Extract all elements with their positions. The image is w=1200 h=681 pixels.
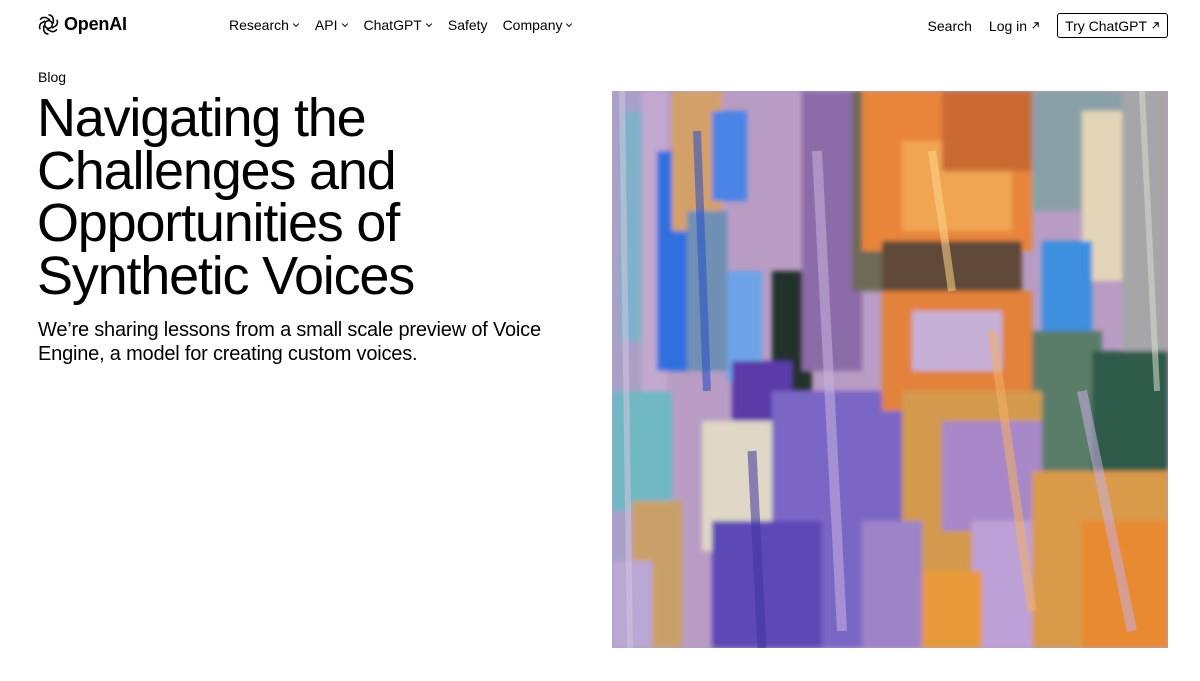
chevron-down-icon bbox=[425, 23, 433, 28]
logo-link[interactable]: OpenAI bbox=[37, 13, 127, 36]
arrow-up-right-icon bbox=[1152, 22, 1159, 29]
hero-image bbox=[612, 91, 1168, 648]
chevron-down-icon bbox=[341, 23, 348, 28]
try-chatgpt-label: Try ChatGPT bbox=[1065, 17, 1147, 34]
nav-research[interactable]: Research bbox=[229, 17, 300, 33]
nav-api-label: API bbox=[314, 17, 338, 33]
arrow-up-right-icon bbox=[1032, 22, 1039, 29]
category-label[interactable]: Blog bbox=[38, 69, 66, 85]
login-label: Log in bbox=[988, 17, 1028, 34]
site-header: OpenAI Research API ChatGPT Safety Compa… bbox=[0, 0, 1200, 52]
nav-safety-label: Safety bbox=[447, 17, 488, 33]
nav-safety[interactable]: Safety bbox=[448, 17, 488, 33]
openai-knot-icon bbox=[38, 14, 59, 35]
abstract-painting bbox=[612, 91, 1168, 648]
logo-text: OpenAI bbox=[64, 14, 127, 34]
nav-chatgpt[interactable]: ChatGPT bbox=[364, 17, 433, 33]
search-button[interactable]: Search bbox=[928, 18, 972, 34]
nav-company-label: Company bbox=[502, 17, 563, 33]
nav-chatgpt-label: ChatGPT bbox=[363, 17, 422, 33]
page-subtitle: We’re sharing lessons from a small scale… bbox=[38, 319, 541, 365]
try-chatgpt-button[interactable]: Try ChatGPT bbox=[1057, 13, 1168, 38]
nav-api[interactable]: API bbox=[315, 17, 349, 33]
page-title: Navigating the Challenges and Opportunit… bbox=[37, 88, 415, 306]
main-nav: Research API ChatGPT Safety Company bbox=[229, 17, 573, 33]
nav-research-label: Research bbox=[229, 17, 289, 33]
login-link[interactable]: Log in bbox=[989, 18, 1040, 34]
header-actions: Search Log in Try ChatGPT bbox=[928, 13, 1168, 38]
chevron-down-icon bbox=[566, 23, 573, 28]
chevron-down-icon bbox=[292, 23, 300, 28]
nav-company[interactable]: Company bbox=[503, 17, 574, 33]
